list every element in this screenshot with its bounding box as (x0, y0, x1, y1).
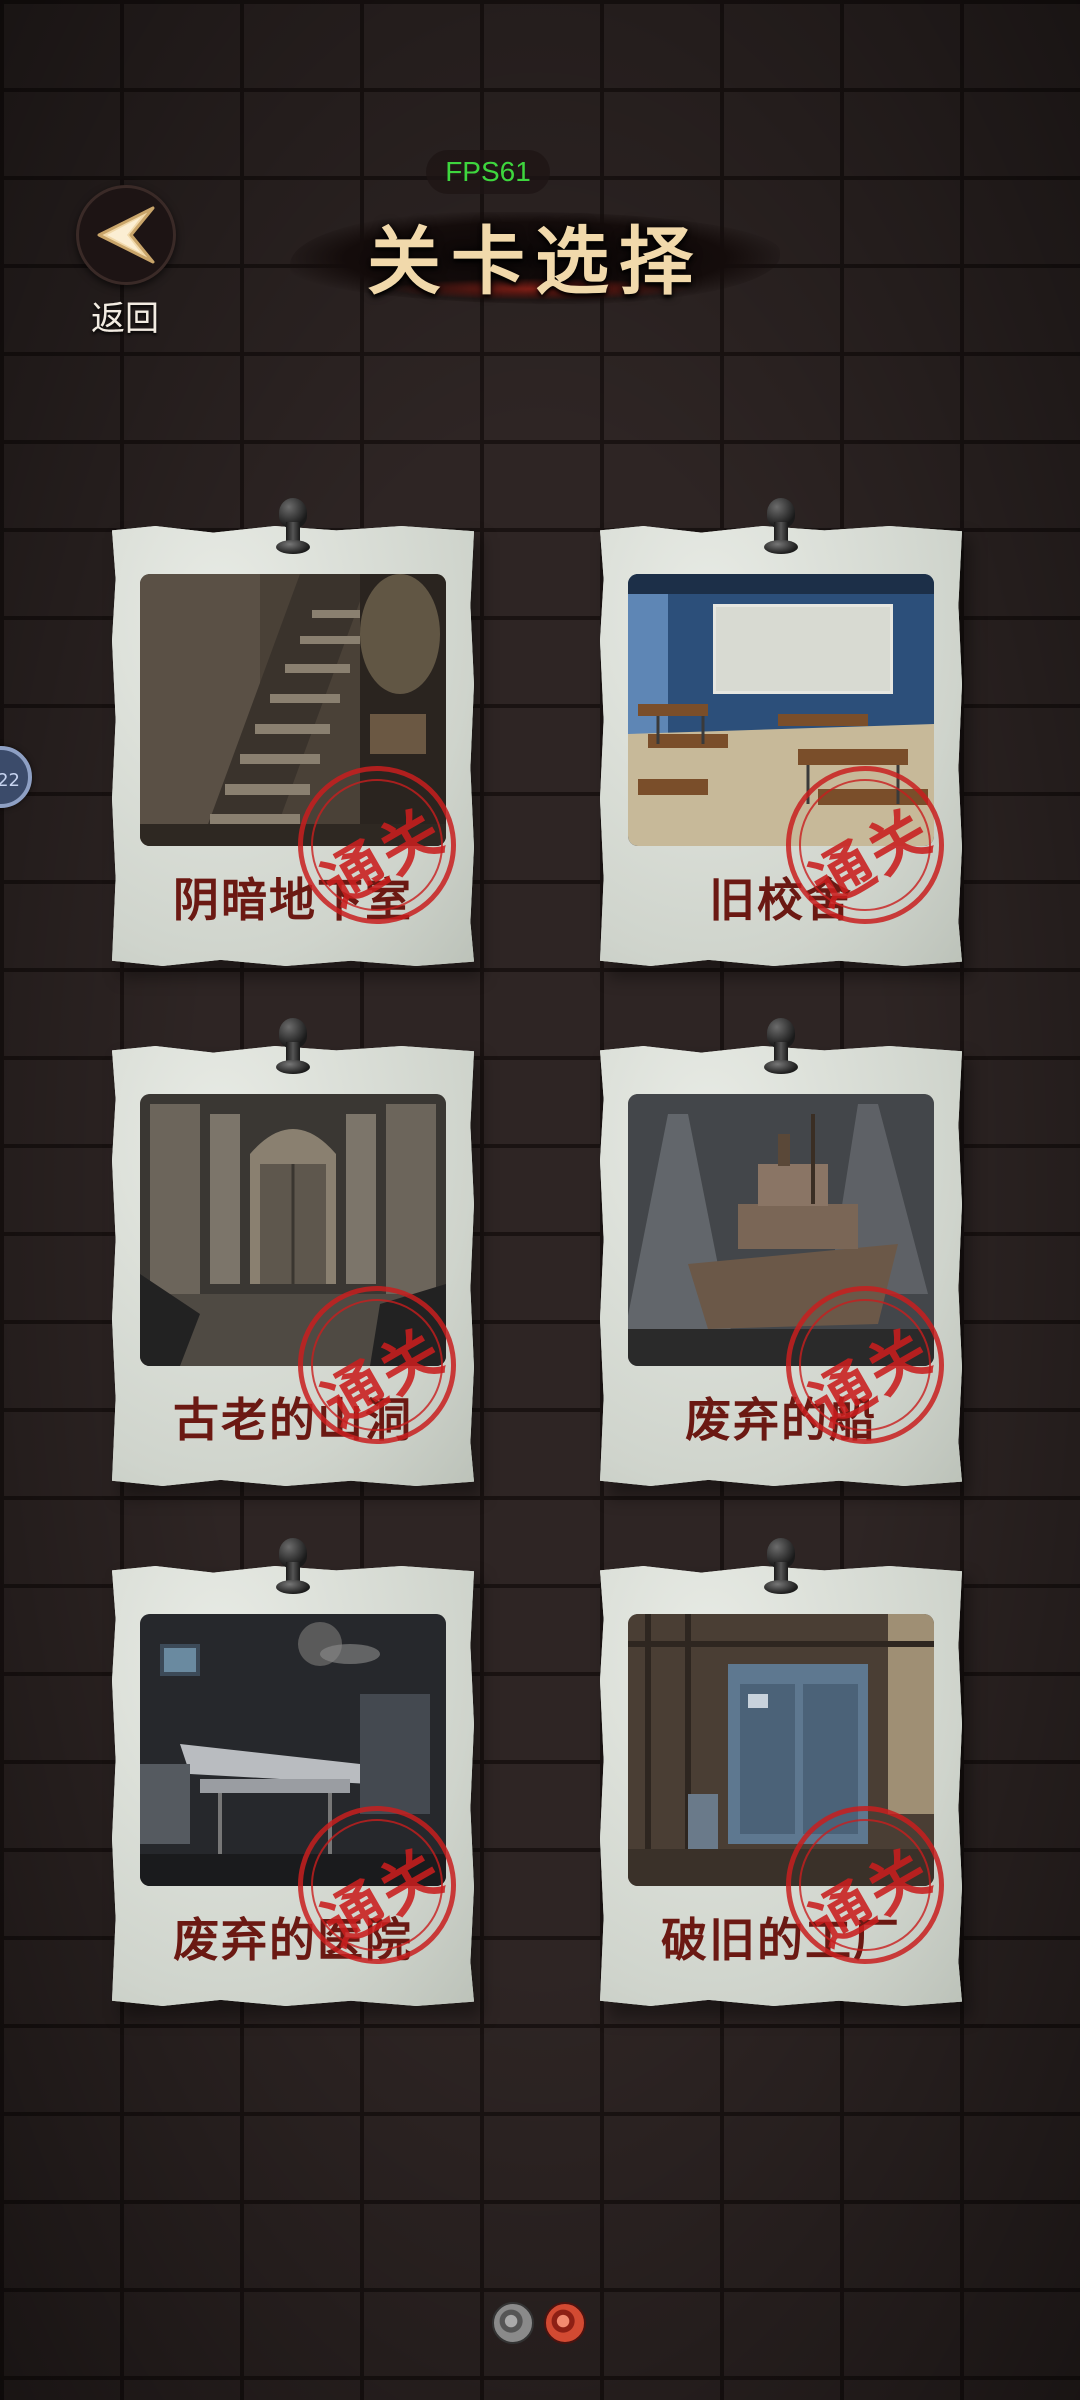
level-card-hospital[interactable]: 废弃的医院 通关 (112, 1566, 474, 2006)
pushpin-icon (764, 498, 798, 556)
level-card-school[interactable]: 旧校舍 通关 (600, 526, 962, 966)
pushpin-icon (764, 1018, 798, 1076)
pushpin-icon (276, 1538, 310, 1596)
pushpin-icon (764, 1538, 798, 1596)
page-dot-2-active[interactable] (544, 2302, 586, 2344)
pushpin-icon (276, 498, 310, 556)
level-card-cave[interactable]: 古老的山洞 通关 (112, 1046, 474, 1486)
side-badge[interactable]: 22 (0, 746, 32, 808)
page-dot-1[interactable] (492, 2302, 534, 2344)
level-card-factory[interactable]: 破旧的工厂 通关 (600, 1566, 962, 2006)
level-card-ship[interactable]: 废弃的船 通关 (600, 1046, 962, 1486)
fps-counter: FPS61 (426, 150, 550, 194)
page-title: 关卡选择 (367, 219, 703, 305)
title-banner: 关卡选择 (290, 200, 780, 310)
level-card-basement[interactable]: 阴暗地下室 通关 (112, 526, 474, 966)
pushpin-icon (276, 1018, 310, 1076)
back-arrow-icon (76, 185, 176, 285)
back-button[interactable]: 返回 (70, 185, 180, 339)
back-label: 返回 (91, 299, 159, 339)
page-indicator (492, 2302, 592, 2344)
